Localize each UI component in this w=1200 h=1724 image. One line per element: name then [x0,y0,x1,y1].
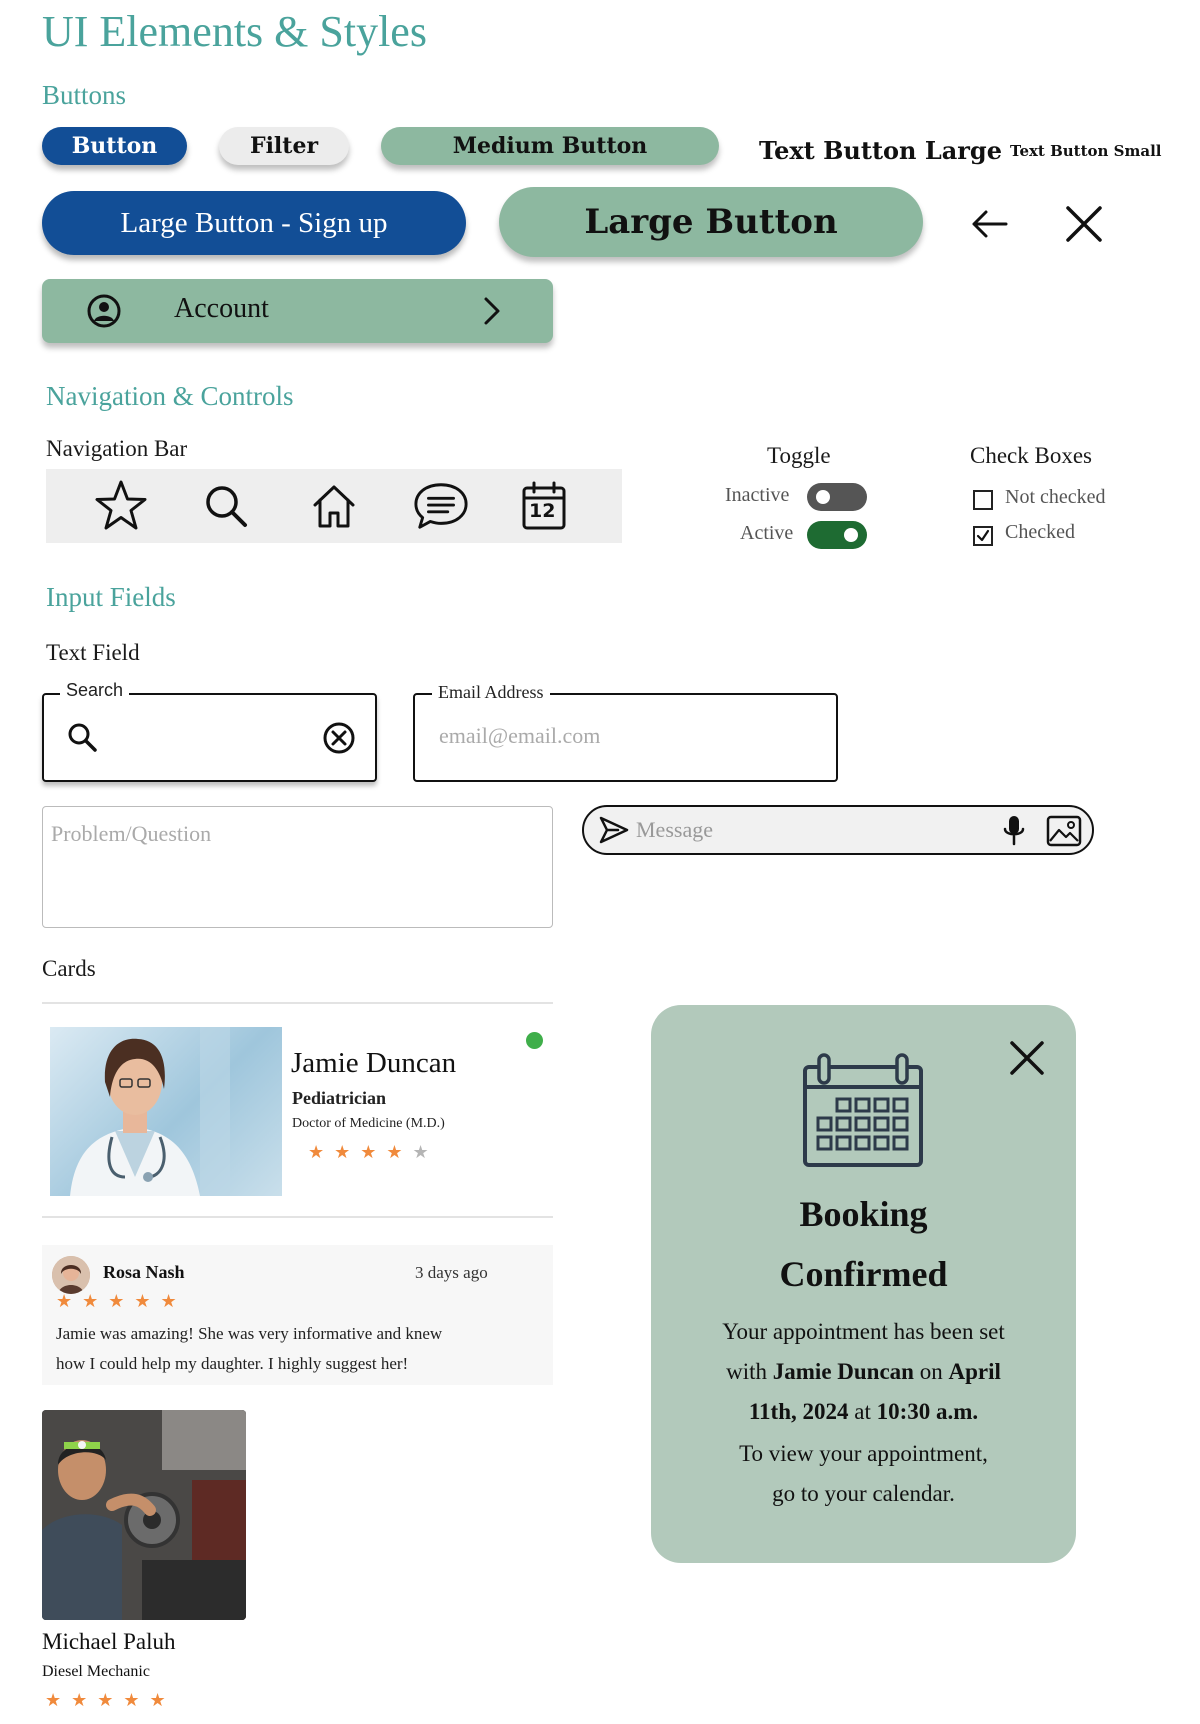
home-icon[interactable] [306,479,362,533]
chat-icon[interactable] [413,479,469,533]
search-icon [66,721,98,757]
back-arrow-icon[interactable] [970,204,1010,244]
large-button[interactable]: Large Button [499,187,923,257]
cards-title: Cards [42,956,96,981]
text-button-small[interactable]: Text Button Small [1010,142,1161,160]
review-author: Rosa Nash [103,1262,185,1282]
calendar-icon [801,1053,925,1173]
toggle-title: Toggle [767,443,831,468]
close-icon[interactable] [1009,1040,1045,1080]
text-field-label: Text Field [46,640,140,665]
input-section-title: Input Fields [46,582,176,612]
navigation-bar: 12 [46,469,622,543]
toggle-inactive-label: Inactive [725,484,790,506]
divider [42,1002,553,1004]
message-input[interactable]: Message [582,805,1094,855]
booking-date-month: April [948,1359,1001,1384]
doctor-rating: ★★★★★ [308,1142,439,1163]
booking-text-line-2: with Jamie Duncan on April [726,1359,1001,1384]
doctor-specialty: Pediatrician [292,1088,386,1108]
doctor-name: Jamie Duncan [291,1047,457,1079]
review-card: Rosa Nash 3 days ago ★★★★★ Jamie was ama… [42,1245,553,1385]
star-icon[interactable] [93,479,149,533]
mechanic-rating: ★★★★★ [45,1690,176,1711]
booking-confirmed-card: Booking Confirmed Your appointment has b… [651,1005,1076,1563]
mechanic-photo [42,1410,246,1620]
user-circle-icon [86,293,122,333]
toggle-active[interactable] [807,521,867,549]
review-text-line-1: Jamie was amazing! She was very informat… [56,1324,443,1343]
booking-text-line-3: 11th, 2024 at 10:30 a.m. [748,1399,979,1424]
booking-text-line-1: Your appointment has been set [722,1319,1005,1344]
checkbox-unchecked-label: Not checked [1005,486,1106,508]
account-label: Account [174,293,269,324]
divider [42,1216,553,1218]
doctor-photo [50,1027,282,1196]
search-input[interactable] [42,693,377,782]
checkbox-unchecked[interactable] [973,490,993,510]
review-text-line-2: how I could help my daughter. I highly s… [56,1354,409,1373]
booking-doctor-name: Jamie Duncan [772,1359,914,1384]
search-legend: Search [60,680,130,701]
chevron-right-icon [476,295,508,331]
avatar [52,1256,90,1294]
doctor-degree: Doctor of Medicine (M.D.) [292,1116,445,1131]
toggle-inactive[interactable] [807,483,867,511]
mechanic-name: Michael Paluh [42,1629,176,1654]
booking-text-line-5: go to your calendar. [772,1481,955,1506]
doctor-card[interactable]: Jamie Duncan Pediatrician Doctor of Medi… [42,1012,553,1216]
button-small-primary[interactable]: Button [42,127,187,165]
booking-time: 10:30 a.m. [876,1399,979,1424]
image-icon[interactable] [1046,814,1082,852]
check-mark-icon [976,529,990,542]
send-icon[interactable] [598,815,630,849]
problem-textarea[interactable]: Problem/Question [42,806,553,928]
booking-title-line-1: Booking [799,1194,928,1234]
text-button-large[interactable]: Text Button Large [759,136,1002,165]
email-field[interactable]: email@email.com [413,693,838,782]
toggle-active-label: Active [740,522,794,544]
booking-title-line-2: Confirmed [779,1254,948,1294]
navigation-bar-label: Navigation Bar [46,436,188,461]
page-title: UI Elements & Styles [42,7,427,56]
email-legend: Email Address [432,682,550,703]
message-placeholder: Message [636,817,713,842]
search-icon[interactable] [198,479,254,533]
clear-icon[interactable] [322,721,356,759]
online-status-dot [526,1032,543,1049]
microphone-icon[interactable] [1002,814,1026,852]
review-time: 3 days ago [415,1263,488,1282]
checkboxes-title: Check Boxes [970,443,1093,468]
navigation-section-title: Navigation & Controls [46,381,294,411]
mechanic-card[interactable]: Michael Paluh Diesel Mechanic ★★★★★ [42,1410,246,1711]
filter-button[interactable]: Filter [219,127,349,165]
booking-text-line-4: To view your appointment, [739,1441,988,1466]
mechanic-role: Diesel Mechanic [42,1663,150,1680]
large-signup-button[interactable]: Large Button - Sign up [42,191,466,255]
close-icon[interactable] [1064,204,1104,244]
problem-placeholder: Problem/Question [51,821,212,846]
calendar-day: 12 [529,500,556,522]
account-button[interactable]: Account [42,279,553,343]
calendar-icon[interactable]: 12 [516,479,572,533]
email-placeholder: email@email.com [439,723,601,748]
checkbox-checked-label: Checked [1005,521,1075,543]
booking-date-day: 11th, 2024 [748,1399,849,1424]
review-rating: ★★★★★ [56,1291,187,1312]
buttons-section-title: Buttons [42,80,127,110]
checkbox-checked[interactable] [973,526,993,546]
medium-button[interactable]: Medium Button [381,127,719,165]
